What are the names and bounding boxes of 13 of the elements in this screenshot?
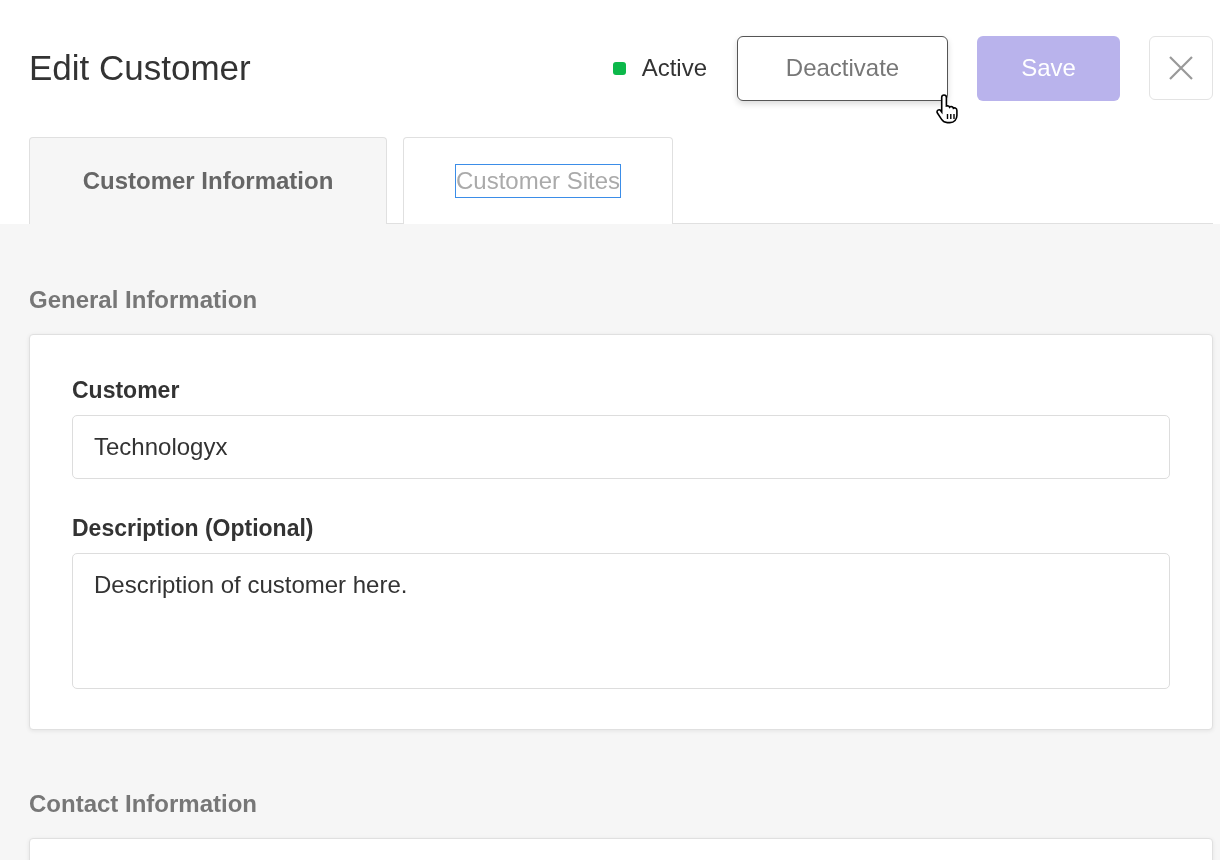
close-icon [1168, 55, 1194, 81]
section-title: Contact Information [29, 790, 258, 818]
status-label: Active [641, 54, 707, 82]
tab-label: Customer Sites [455, 165, 621, 197]
page-title: Edit Customer [29, 48, 252, 88]
field-label: Customer [72, 377, 181, 404]
tab[interactable]: Customer Information [29, 137, 387, 224]
description-field[interactable]: Description of customer here. [72, 553, 1170, 689]
tab-label: Customer Information [82, 166, 334, 196]
customer-field[interactable]: Technologyx [72, 415, 1170, 479]
close-button[interactable] [1149, 36, 1213, 100]
section-title: General Information [29, 286, 259, 314]
field-label: Description (Optional) [72, 515, 315, 542]
